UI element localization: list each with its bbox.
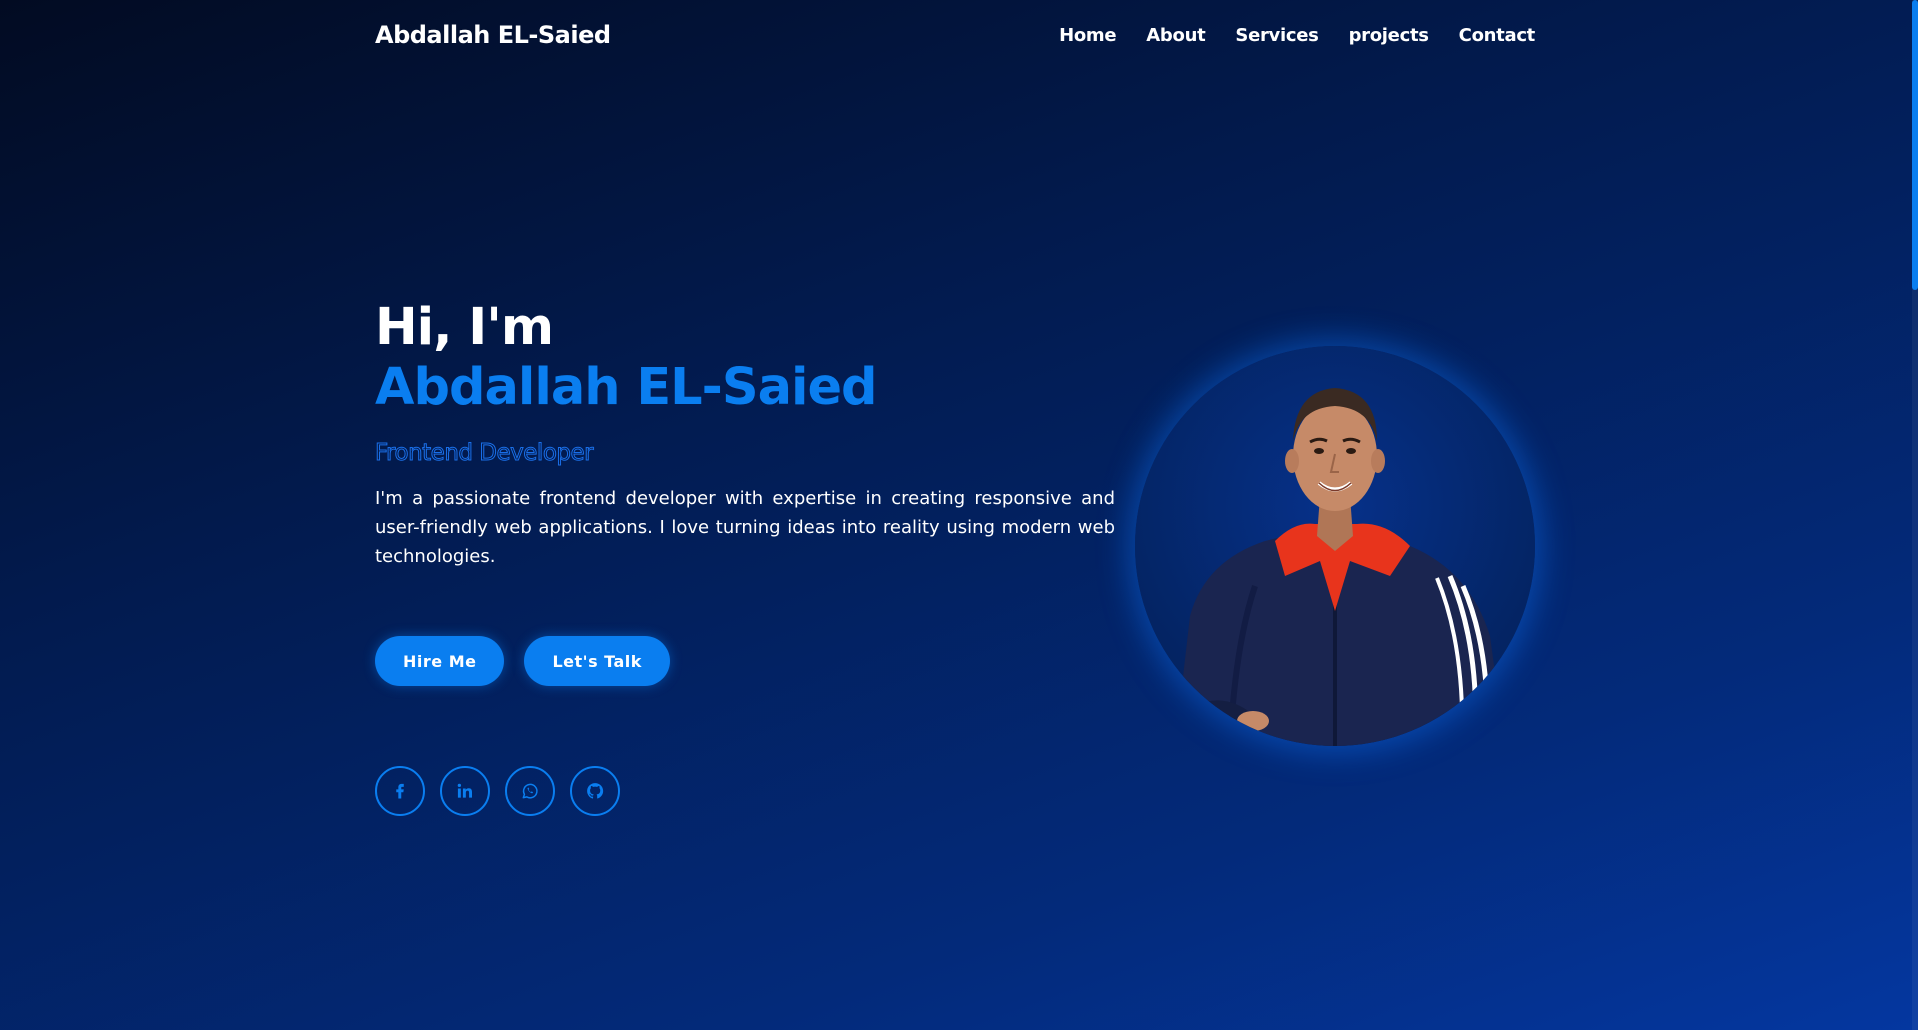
profile-photo bbox=[1135, 346, 1535, 746]
nav-projects[interactable]: projects bbox=[1349, 25, 1429, 46]
nav-home[interactable]: Home bbox=[1059, 25, 1117, 46]
brand-logo[interactable]: Abdallah EL-Saied bbox=[375, 21, 611, 49]
hero-buttons: Hire Me Let's Talk bbox=[375, 636, 670, 686]
github-icon[interactable] bbox=[570, 766, 620, 816]
hero-role: Frontend Developer bbox=[375, 440, 595, 467]
facebook-icon[interactable] bbox=[375, 766, 425, 816]
navbar: Abdallah EL-Saied Home About Services pr… bbox=[375, 0, 1535, 70]
page-scrollbar[interactable] bbox=[1912, 0, 1918, 1030]
scrollbar-thumb[interactable] bbox=[1912, 0, 1918, 290]
nav-contact[interactable]: Contact bbox=[1459, 25, 1536, 46]
lets-talk-button[interactable]: Let's Talk bbox=[524, 636, 670, 686]
hire-me-button[interactable]: Hire Me bbox=[375, 636, 505, 686]
nav-links: Home About Services projects Contact bbox=[1059, 25, 1535, 46]
social-links bbox=[375, 766, 620, 816]
whatsapp-icon[interactable] bbox=[505, 766, 555, 816]
nav-services[interactable]: Services bbox=[1235, 25, 1318, 46]
linkedin-icon[interactable] bbox=[440, 766, 490, 816]
nav-about[interactable]: About bbox=[1146, 25, 1205, 46]
hero-greeting: Hi, I'm bbox=[375, 298, 554, 357]
hero-description: I'm a passionate frontend developer with… bbox=[375, 488, 1115, 567]
hero-text: Hi, I'm Abdallah EL-Saied Frontend Devel… bbox=[375, 298, 1116, 589]
profile-illustration bbox=[1175, 388, 1505, 746]
hero-name: Abdallah EL-Saied bbox=[375, 358, 878, 417]
